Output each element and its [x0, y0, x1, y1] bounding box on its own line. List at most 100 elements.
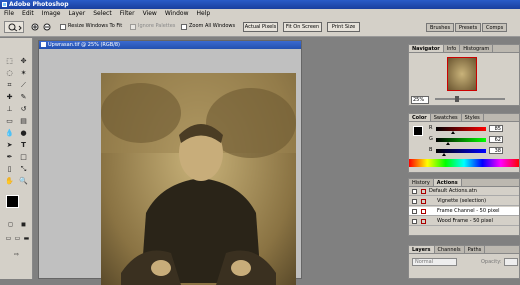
resize-windows-checkbox[interactable] [60, 24, 66, 30]
color-spectrum-bar[interactable] [409, 159, 519, 167]
red-value-field[interactable]: 85 [489, 125, 503, 132]
tab-layers[interactable]: Layers [409, 246, 435, 253]
menu-file[interactable]: File [4, 9, 14, 18]
healing-brush-icon[interactable]: ✚ [3, 92, 16, 102]
tab-actions[interactable]: Actions [433, 179, 462, 186]
document-title: Upwrasan.tif @ 25% (RGB/8) [48, 42, 121, 48]
action-row[interactable]: Vignette (selection) [409, 197, 519, 206]
dialog-toggle-icon[interactable] [421, 189, 426, 194]
action-name: Frame Channel - 50 pixel [437, 208, 500, 214]
tab-color[interactable]: Color [409, 114, 431, 121]
dialog-toggle-icon[interactable] [421, 199, 426, 204]
action-toggle-checkbox[interactable] [412, 209, 417, 214]
menu-window[interactable]: Window [165, 9, 189, 18]
eraser-tool-icon[interactable]: ▭ [3, 116, 16, 126]
action-toggle-checkbox[interactable] [412, 189, 417, 194]
menu-filter[interactable]: Filter [120, 9, 135, 18]
blue-value-field[interactable]: 38 [489, 147, 503, 154]
dialog-toggle-icon[interactable] [421, 219, 426, 224]
dodge-tool-icon[interactable]: ● [17, 128, 30, 138]
history-brush-icon[interactable]: ↺ [17, 104, 30, 114]
print-size-button[interactable]: Print Size [327, 22, 360, 32]
green-value-field[interactable]: 62 [489, 136, 503, 143]
menu-layer[interactable]: Layer [68, 9, 85, 18]
navigator-thumbnail[interactable] [447, 57, 477, 91]
tab-history[interactable]: History [409, 179, 434, 186]
color-fg-swatch[interactable] [413, 126, 423, 136]
quick-mask-icon[interactable]: ◼ [17, 220, 30, 230]
green-slider[interactable] [436, 138, 486, 142]
tab-paths[interactable]: Paths [465, 246, 486, 253]
tab-navigator[interactable]: Navigator [409, 45, 444, 52]
seated-man-figure [101, 73, 296, 285]
path-selection-icon[interactable]: ➤ [3, 140, 16, 150]
slice-tool-icon[interactable]: ⟋ [17, 80, 30, 90]
resize-windows-label: Resize Windows To Fit [68, 23, 123, 29]
actual-pixels-button[interactable]: Actual Pixels [243, 22, 278, 32]
blur-tool-icon[interactable]: 💧 [3, 128, 16, 138]
hand-tool-icon[interactable]: ✋ [3, 176, 16, 186]
dialog-toggle-icon[interactable] [421, 209, 426, 214]
jump-to-imageready-icon[interactable]: ⇨ [10, 250, 23, 260]
brushes-tab[interactable]: Brushes [426, 23, 455, 32]
menu-view[interactable]: View [143, 9, 157, 18]
comps-tab[interactable]: Comps [482, 23, 508, 32]
screen-mode-full-icon[interactable]: ▬ [20, 234, 33, 244]
fit-on-screen-button[interactable]: Fit On Screen [283, 22, 322, 32]
menu-edit[interactable]: Edit [22, 9, 34, 18]
notes-tool-icon[interactable]: ▯ [3, 164, 16, 174]
tab-histogram[interactable]: Histogram [460, 45, 494, 52]
shape-tool-icon[interactable]: □ [17, 152, 30, 162]
crop-tool-icon[interactable]: ⌗ [3, 80, 16, 90]
zoom-all-windows-checkbox[interactable] [181, 24, 187, 30]
action-name: Vignette (selection) [437, 198, 487, 204]
action-row[interactable]: Default Actions.atn [409, 187, 519, 196]
tab-channels[interactable]: Channels [435, 246, 465, 253]
type-tool-icon[interactable]: T [17, 140, 30, 150]
menu-help[interactable]: Help [197, 9, 211, 18]
color-tabs: Color Swatches Styles [409, 114, 519, 122]
opacity-field[interactable] [504, 258, 518, 266]
menu-bar: File Edit Image Layer Select Filter View… [0, 9, 520, 18]
red-slider-thumb[interactable] [450, 131, 455, 134]
navigator-zoom-slider[interactable] [435, 98, 505, 100]
document-title-bar[interactable]: Upwrasan.tif @ 25% (RGB/8) [39, 41, 301, 49]
ignore-palettes-checkbox[interactable] [130, 24, 136, 30]
gradient-tool-icon[interactable]: ▤ [17, 116, 30, 126]
action-toggle-checkbox[interactable] [412, 199, 417, 204]
tab-styles[interactable]: Styles [462, 114, 484, 121]
clone-stamp-icon[interactable]: ⊥ [3, 104, 16, 114]
brush-tool-icon[interactable]: ✎ [17, 92, 30, 102]
zoom-tool-icon[interactable]: 🔍 [17, 176, 30, 186]
pen-tool-icon[interactable]: ✒ [3, 152, 16, 162]
menu-image[interactable]: Image [42, 9, 61, 18]
blend-mode-select[interactable]: Normal [412, 258, 457, 266]
presets-tab[interactable]: Presets [455, 23, 482, 32]
marquee-tool-icon[interactable]: ⬚ [3, 56, 16, 66]
document-window: Upwrasan.tif @ 25% (RGB/8) [38, 40, 302, 285]
navigator-slider-thumb[interactable] [455, 96, 459, 102]
foreground-color-swatch[interactable] [6, 195, 19, 208]
standard-mode-icon[interactable]: ◻ [4, 220, 17, 230]
blue-slider-thumb[interactable] [441, 153, 446, 156]
action-row[interactable]: Wood Frame - 50 pixel [409, 217, 519, 226]
tool-preset-picker[interactable] [4, 21, 24, 33]
document-canvas[interactable] [39, 49, 301, 285]
tab-swatches[interactable]: Swatches [431, 114, 462, 121]
tab-info[interactable]: Info [444, 45, 461, 52]
layers-panel: Layers Channels Paths Normal Opacity: [408, 245, 520, 279]
action-toggle-checkbox[interactable] [412, 219, 417, 224]
magic-wand-tool-icon[interactable]: ✶ [17, 68, 30, 78]
navigator-zoom-field[interactable]: 25% [411, 96, 429, 104]
move-tool-icon[interactable]: ✥ [17, 56, 30, 66]
red-slider[interactable] [436, 127, 486, 131]
lasso-tool-icon[interactable]: ◌ [3, 68, 16, 78]
green-slider-thumb[interactable] [446, 142, 450, 145]
menu-select[interactable]: Select [93, 9, 112, 18]
sepia-portrait-photo [101, 73, 296, 285]
zoom-tool-icon [8, 23, 22, 32]
action-row[interactable]: Frame Channel - 50 pixel [409, 207, 519, 216]
eyedropper-tool-icon[interactable]: ⤡ [17, 164, 30, 174]
app-title: Adobe Photoshop [9, 1, 69, 8]
zoom-in-out-icon[interactable] [30, 22, 54, 32]
